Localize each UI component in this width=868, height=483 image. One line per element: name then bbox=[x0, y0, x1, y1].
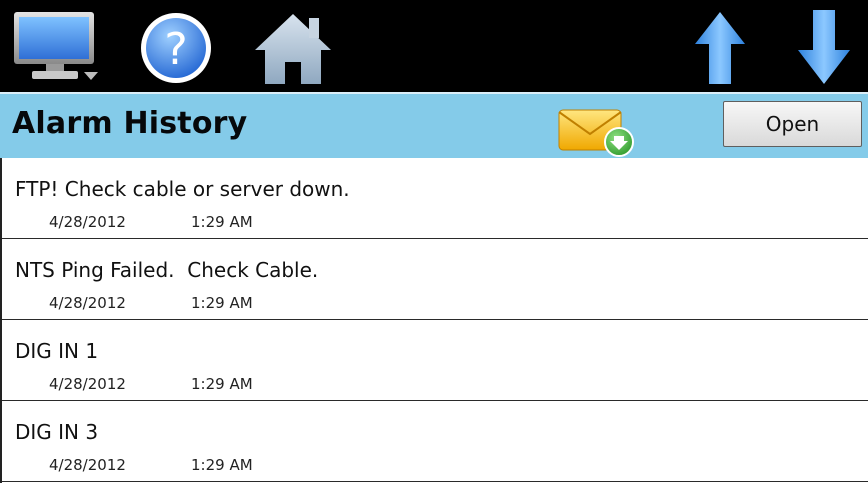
monitor-icon[interactable] bbox=[12, 8, 100, 86]
help-glyph: ? bbox=[164, 24, 187, 75]
top-toolbar: ? bbox=[0, 0, 868, 92]
alarm-time: 1:29 AM bbox=[191, 375, 253, 393]
alarm-history-screen: ? Alarm History Open FTP! Check cable or… bbox=[0, 0, 868, 483]
alarm-date: 4/28/2012 bbox=[49, 213, 126, 231]
alarm-time: 1:29 AM bbox=[191, 294, 253, 312]
home-icon[interactable] bbox=[253, 8, 333, 86]
arrow-up-icon[interactable] bbox=[693, 8, 747, 86]
alarm-row[interactable]: DIG IN 3 4/28/2012 1:29 AM bbox=[2, 401, 868, 482]
alarm-time: 1:29 AM bbox=[191, 456, 253, 474]
page-title: Alarm History bbox=[12, 106, 248, 141]
open-button[interactable]: Open bbox=[723, 101, 862, 147]
alarm-date: 4/28/2012 bbox=[49, 294, 126, 312]
alarm-message: DIG IN 1 bbox=[15, 339, 99, 363]
alarm-date: 4/28/2012 bbox=[49, 375, 126, 393]
alarm-row[interactable]: DIG IN 1 4/28/2012 1:29 AM bbox=[2, 320, 868, 401]
title-bar: Alarm History Open bbox=[0, 92, 868, 158]
alarm-date: 4/28/2012 bbox=[49, 456, 126, 474]
alarm-row[interactable]: FTP! Check cable or server down. 4/28/20… bbox=[2, 158, 868, 239]
alarm-message: DIG IN 3 bbox=[15, 420, 99, 444]
alarm-row[interactable]: NTS Ping Failed. Check Cable. 4/28/2012 … bbox=[2, 239, 868, 320]
alarm-message: NTS Ping Failed. Check Cable. bbox=[15, 258, 319, 282]
alarm-time: 1:29 AM bbox=[191, 213, 253, 231]
alarm-message: FTP! Check cable or server down. bbox=[15, 177, 350, 201]
alarm-list: FTP! Check cable or server down. 4/28/20… bbox=[0, 158, 868, 483]
help-icon[interactable]: ? bbox=[134, 8, 218, 86]
mail-download-icon[interactable] bbox=[557, 108, 639, 158]
arrow-down-icon[interactable] bbox=[796, 8, 852, 86]
